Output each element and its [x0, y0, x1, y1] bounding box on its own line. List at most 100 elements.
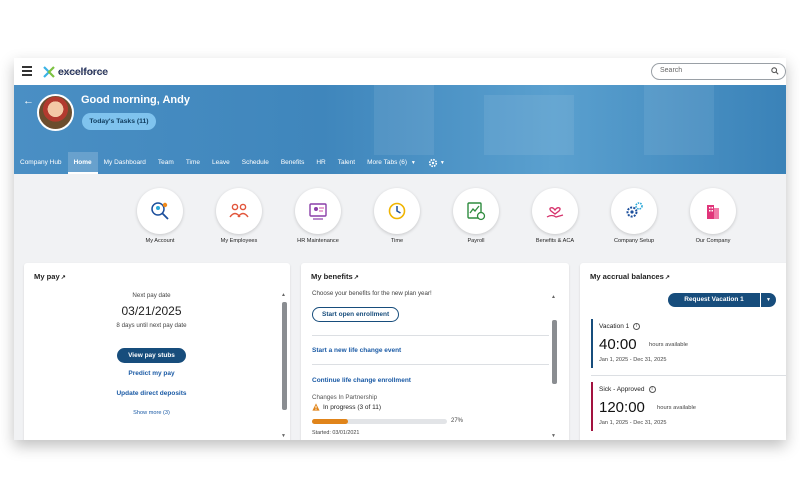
info-icon[interactable]: i: [648, 386, 656, 393]
accrual-color-bar: [591, 319, 593, 368]
days-until-pay: 8 days until next pay date: [116, 322, 187, 329]
divider: [312, 335, 549, 336]
background-shape: [374, 85, 434, 155]
show-more-link[interactable]: Show more (3): [24, 410, 279, 416]
progress-fill: [312, 419, 349, 424]
tab-team[interactable]: Team: [152, 152, 180, 174]
heart-hand-icon: [546, 207, 564, 218]
my-benefits-title[interactable]: My benefits↗: [311, 272, 359, 281]
quick-links: My Account My Employees HR Maintenance T…: [14, 188, 786, 248]
tile-circle: [611, 188, 657, 234]
status-row: In progress (3 of 11): [312, 403, 381, 411]
accrual-name-row: Sick - Approved i: [599, 386, 656, 393]
hr-maintenance-icon: [309, 203, 327, 220]
scroll-down-icon[interactable]: ▼: [281, 433, 286, 439]
tab-time[interactable]: Time: [180, 152, 206, 174]
back-arrow-icon[interactable]: ←: [23, 95, 34, 107]
search-input[interactable]: Search: [651, 63, 786, 80]
tile-label: Payroll: [467, 238, 485, 244]
scroll-up-icon[interactable]: ▲: [281, 292, 286, 298]
search-icon[interactable]: [771, 67, 779, 75]
update-direct-deposits-link[interactable]: Update direct deposits: [24, 390, 279, 397]
accrual-unit: hours available: [657, 405, 696, 411]
gears-icon: [626, 202, 643, 218]
tile-label: Our Company: [695, 238, 731, 244]
progress-bar: [312, 419, 447, 424]
scrollbar[interactable]: [282, 302, 287, 410]
tab-hr[interactable]: HR: [310, 152, 331, 174]
view-pay-stubs-button[interactable]: View pay stubs: [117, 348, 186, 363]
tab-schedule[interactable]: Schedule: [236, 152, 275, 174]
tile-label: HR Maintenance: [297, 238, 339, 244]
my-benefits-title-text: My benefits: [311, 272, 353, 281]
info-icon[interactable]: i: [633, 323, 641, 330]
accrual-color-bar: [591, 382, 593, 431]
start-life-change-link[interactable]: Start a new life change event: [312, 347, 401, 354]
tab-more-tabs[interactable]: More Tabs (6) ▼: [361, 152, 422, 174]
hamburger-icon[interactable]: [22, 66, 32, 76]
payroll-icon: [467, 202, 486, 221]
view-pay-stubs-wrap: View pay stubs: [24, 344, 279, 363]
scroll-up-icon[interactable]: ▲: [551, 294, 556, 300]
chevron-down-icon: ▼: [439, 160, 445, 166]
tile-time[interactable]: Time: [362, 188, 432, 244]
external-link-icon: ↗: [664, 275, 670, 281]
request-vacation-button[interactable]: Request Vacation 1: [668, 293, 760, 307]
predict-my-pay-link[interactable]: Predict my pay: [24, 370, 279, 377]
accrual-title[interactable]: My accrual balances↗: [590, 272, 670, 281]
accrual-name: Sick - Approved: [599, 386, 645, 394]
tile-hr-maintenance[interactable]: HR Maintenance: [283, 188, 353, 244]
next-pay-label: Next pay date: [132, 292, 171, 299]
nav-tabs: Company Hub Home My Dashboard Team Time …: [14, 152, 451, 174]
next-pay-date: 03/21/2025: [121, 304, 182, 318]
my-benefits-card: My benefits↗ Choose your benefits for th…: [301, 263, 569, 440]
external-link-icon: ↗: [60, 275, 66, 281]
tab-benefits[interactable]: Benefits: [275, 152, 311, 174]
status-text: In progress (3 of 11): [323, 403, 382, 411]
accrual-balances-card: My accrual balances↗ Request Vacation 1 …: [580, 263, 786, 440]
tile-benefits-aca[interactable]: Benefits & ACA: [520, 188, 590, 244]
avatar[interactable]: [37, 94, 74, 131]
continue-life-change-link[interactable]: Continue life change enrollment: [312, 377, 411, 384]
request-options-button[interactable]: ▼: [761, 293, 776, 307]
accrual-name: Vacation 1: [599, 323, 630, 331]
search-placeholder: Search: [660, 67, 683, 74]
divider: [591, 375, 786, 376]
tile-label: Benefits & ACA: [535, 238, 575, 244]
tile-circle: [374, 188, 420, 234]
tile-my-employees[interactable]: My Employees: [204, 188, 274, 244]
building-icon: [707, 205, 719, 219]
my-pay-title[interactable]: My pay↗: [34, 272, 66, 281]
todays-tasks-button[interactable]: Today's Tasks (11): [82, 113, 156, 130]
tile-my-account[interactable]: My Account: [125, 188, 195, 244]
start-open-enrollment-button[interactable]: Start open enrollment: [312, 307, 400, 322]
tab-home[interactable]: Home: [67, 152, 98, 174]
tile-label: Time: [390, 238, 404, 244]
tile-our-company[interactable]: Our Company: [678, 188, 748, 244]
tile-label: Company Setup: [613, 238, 655, 244]
app-window: excelforce HR & Payroll for Growing Comp…: [14, 58, 786, 440]
accrual-unit: hours available: [649, 342, 688, 348]
tab-leave[interactable]: Leave: [206, 152, 236, 174]
tab-talent[interactable]: Talent: [332, 152, 361, 174]
tab-my-dashboard[interactable]: My Dashboard: [98, 152, 152, 174]
tile-circle: [216, 188, 262, 234]
scrollbar[interactable]: [552, 320, 557, 384]
tile-payroll[interactable]: Payroll: [441, 188, 511, 244]
accrual-item-vacation[interactable]: Vacation 1i 40:00 hours available Jan 1,…: [591, 319, 786, 368]
more-tabs-label: More Tabs: [367, 159, 398, 166]
scroll-down-icon[interactable]: ▼: [551, 433, 556, 439]
tile-circle: [690, 188, 736, 234]
background-shape: [644, 85, 714, 155]
greeting: Good morning, Andy: [81, 94, 190, 106]
tile-company-setup[interactable]: Company Setup: [599, 188, 669, 244]
brand-tagline: HR & Payroll for Growing Companies: [58, 70, 108, 74]
tile-circle: [137, 188, 183, 234]
divider: [312, 364, 549, 365]
accrual-item-sick[interactable]: Sick - Approved i 120:00 hours available …: [591, 382, 786, 431]
background-shape: [484, 95, 574, 155]
my-pay-card: My pay↗ Next pay date 03/21/2025 8 days …: [24, 263, 290, 440]
tab-company-hub[interactable]: Company Hub: [14, 152, 68, 174]
accrual-hours: 120:00: [599, 399, 645, 416]
tab-settings[interactable]: ▼: [422, 152, 451, 174]
